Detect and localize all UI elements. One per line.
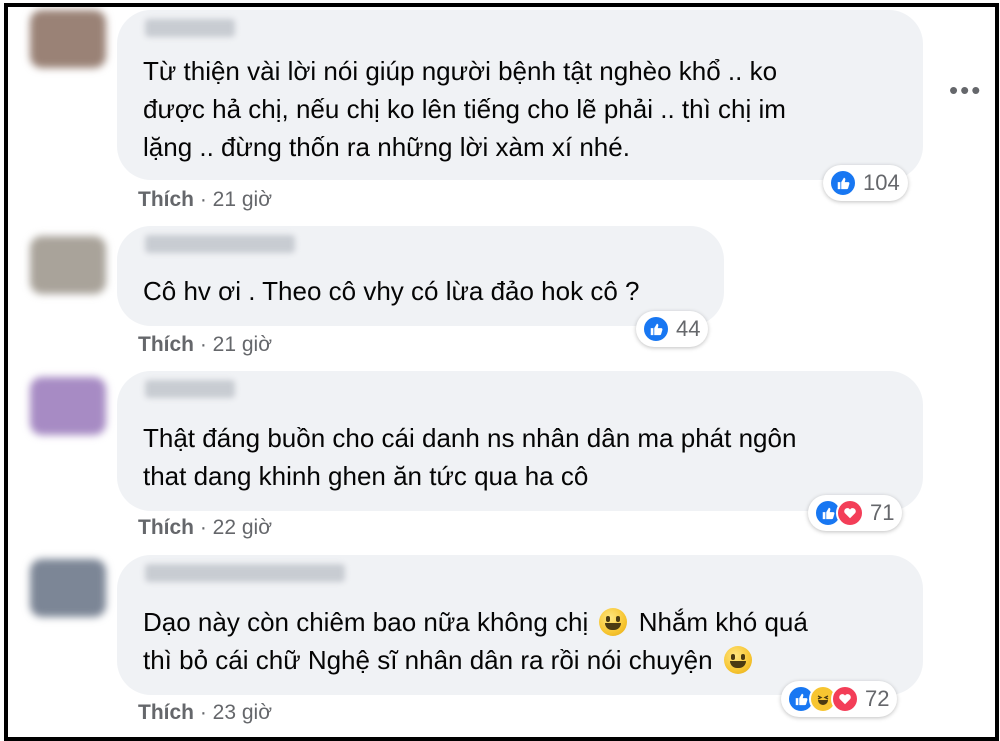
comment-actions: Thích · 21 giờ [138, 188, 272, 212]
comments-panel: ••• Từ thiện vài lời nói giúp người bệnh… [4, 3, 999, 741]
avatar[interactable] [30, 559, 106, 617]
reaction-summary[interactable]: 71 [808, 495, 903, 531]
comment-bubble: Cô hv ơi . Theo cô vhy có lừa đảo hok cô… [117, 226, 724, 326]
comment-bubble: Từ thiện vài lời nói giúp người bệnh tật… [117, 10, 923, 180]
comment-actions: Thích · 21 giờ [138, 333, 272, 357]
reaction-count: 44 [676, 316, 701, 341]
reaction-count: 72 [865, 686, 890, 711]
avatar[interactable] [30, 236, 106, 294]
comment-text: Cô hv ơi . Theo cô vhy có lừa đảo hok cô… [143, 272, 700, 310]
comment-line: được hả chị, nếu chị ko lên tiếng cho lẽ… [143, 94, 786, 124]
reaction-summary[interactable]: 44 [636, 311, 709, 347]
comment-line: Cô hv ơi . Theo cô vhy có lừa đảo hok cô… [143, 276, 640, 306]
love-reaction-icon [831, 685, 859, 713]
comment-bubble: Thật đáng buồn cho cái danh ns nhân dân … [117, 371, 923, 511]
like-link[interactable]: Thích [138, 701, 194, 724]
author-name[interactable] [145, 235, 295, 253]
reaction-count: 104 [863, 170, 900, 195]
comment-time[interactable]: · 21 giờ [200, 188, 272, 211]
comment-actions: Thích · 22 giờ [138, 516, 272, 540]
comment-line: Thật đáng buồn cho cái danh ns nhân dân … [143, 423, 797, 453]
author-name[interactable] [145, 19, 235, 37]
like-link[interactable]: Thích [138, 188, 194, 211]
author-name[interactable] [145, 380, 235, 398]
comment-line: Từ thiện vài lời nói giúp người bệnh tật… [143, 56, 778, 86]
comment-line: thì bỏ cái chữ Nghệ sĩ nhân dân ra rồi n… [143, 641, 899, 679]
like-link[interactable]: Thích [138, 516, 194, 539]
comment-text: Từ thiện vài lời nói giúp người bệnh tật… [143, 52, 899, 166]
comment-text: Dạo này còn chiêm bao nữa không chị Nhắm… [143, 603, 899, 679]
grinning-emoji-icon [599, 608, 628, 636]
comment-line: Dạo này còn chiêm bao nữa không chị Nhắm… [143, 603, 899, 641]
comment-actions: Thích · 23 giờ [138, 701, 272, 725]
comment-time[interactable]: · 21 giờ [200, 333, 272, 356]
comment-text-part: thì bỏ cái chữ Nghệ sĩ nhân dân ra rồi n… [143, 645, 713, 675]
comment-text-part: Dạo này còn chiêm bao nữa không chị [143, 607, 589, 637]
reaction-summary[interactable]: 72 [781, 681, 898, 717]
comment-time[interactable]: · 22 giờ [200, 516, 272, 539]
reaction-count: 71 [870, 500, 895, 525]
reaction-summary[interactable]: 104 [823, 165, 908, 201]
comment-line: lặng .. đừng thốn ra những lời xàm xí nh… [143, 132, 630, 162]
more-options-icon[interactable]: ••• [949, 77, 982, 103]
comment-time[interactable]: · 23 giờ [200, 701, 272, 724]
avatar[interactable] [30, 377, 106, 435]
avatar[interactable] [30, 10, 106, 68]
like-reaction-icon [829, 169, 857, 197]
author-name[interactable] [145, 564, 345, 582]
like-link[interactable]: Thích [138, 333, 194, 356]
grinning-emoji-icon [723, 646, 752, 674]
comment-text: Thật đáng buồn cho cái danh ns nhân dân … [143, 419, 899, 495]
comment-line: that dang khinh ghen ăn tức qua ha cô [143, 461, 589, 491]
like-reaction-icon [642, 315, 670, 343]
comment-text-part: Nhắm khó quá [638, 607, 808, 637]
love-reaction-icon [836, 499, 864, 527]
comment-bubble: Dạo này còn chiêm bao nữa không chị Nhắm… [117, 555, 923, 695]
